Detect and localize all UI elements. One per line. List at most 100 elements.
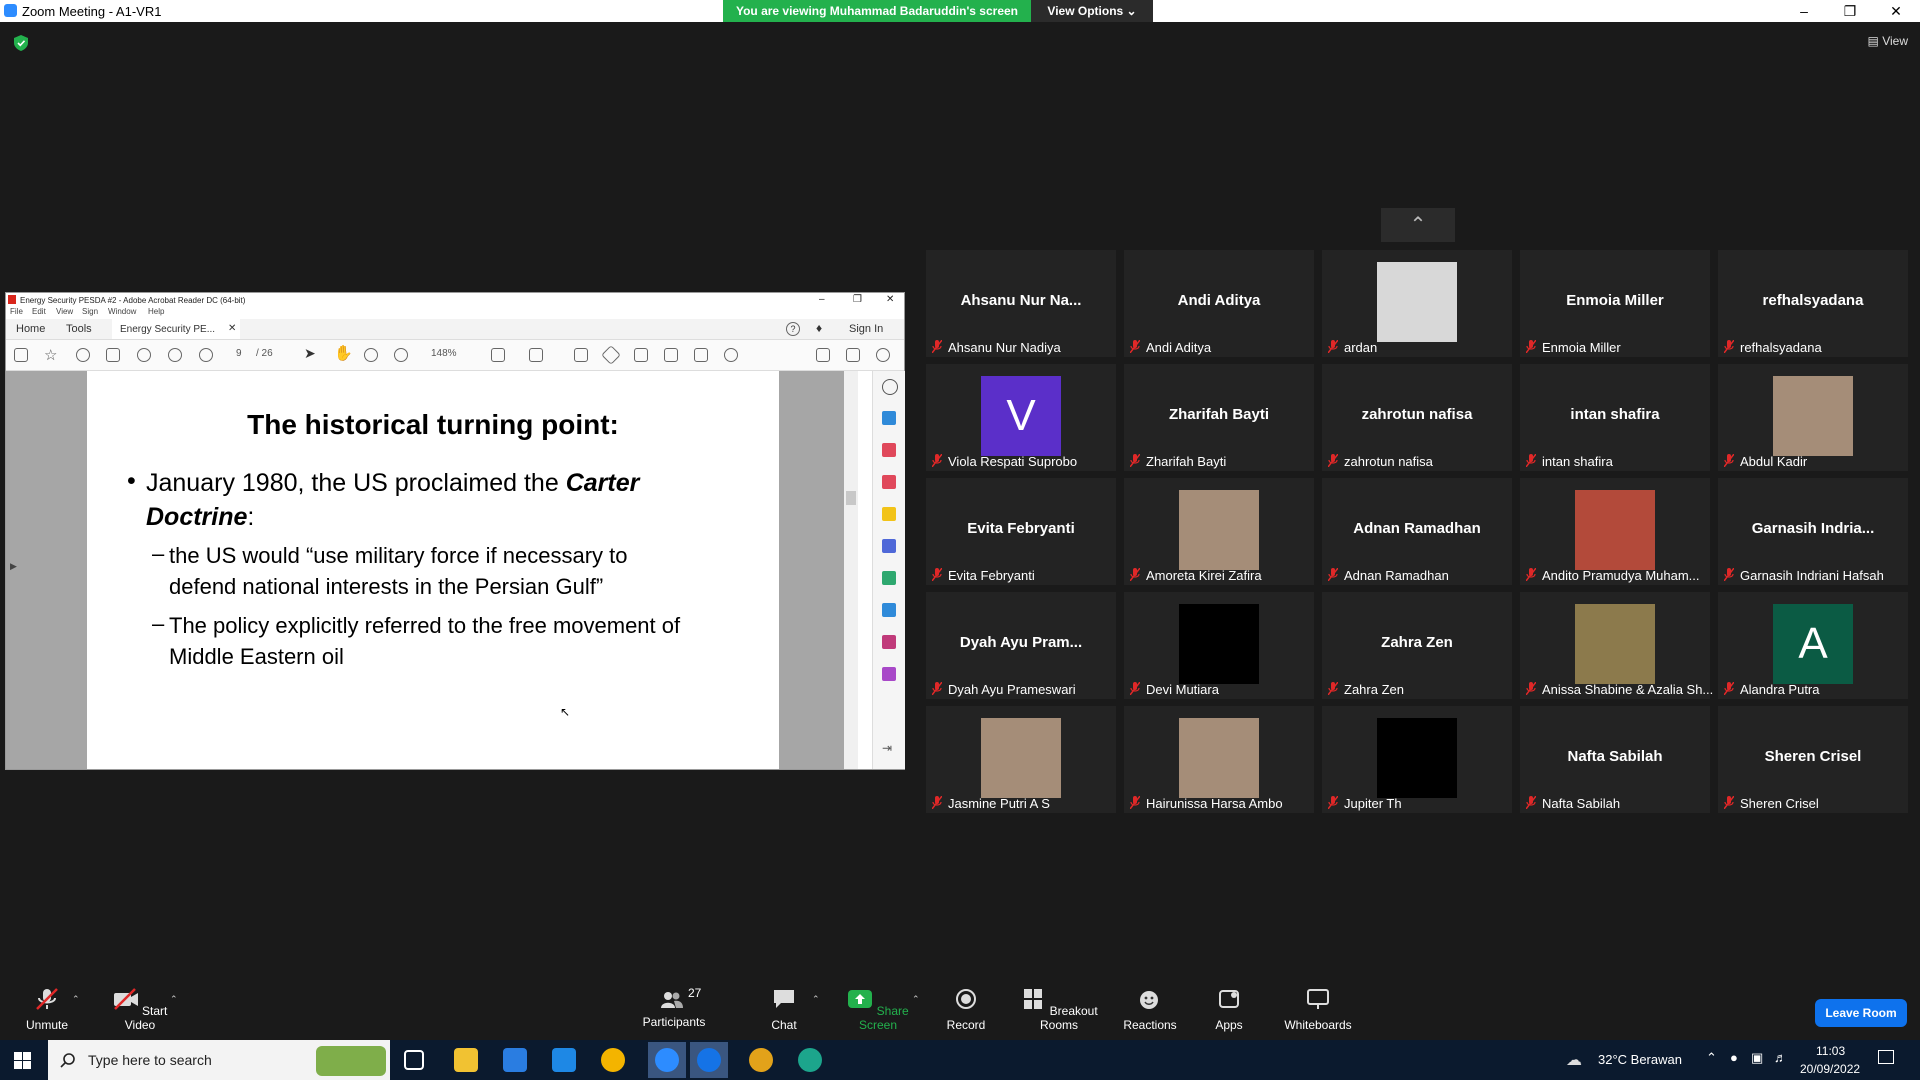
apps-button[interactable]: Apps: [1211, 988, 1247, 1032]
weather-text[interactable]: 32°C Berawan: [1598, 1052, 1682, 1067]
bell-icon[interactable]: ♦: [816, 321, 822, 335]
rotate-icon[interactable]: [724, 348, 738, 362]
scroll-thumb[interactable]: [846, 491, 856, 505]
more-tools-icon[interactable]: [882, 667, 896, 681]
fit-page-icon[interactable]: [491, 348, 505, 362]
record-button[interactable]: Record: [940, 988, 992, 1032]
view-button[interactable]: ▤ View: [1868, 34, 1908, 48]
participant-tile[interactable]: Sheren Crisel Sheren Crisel: [1718, 706, 1908, 813]
video-options-chevron-icon[interactable]: ⌃: [170, 994, 178, 1005]
zoom-level-select[interactable]: 148%: [431, 348, 457, 359]
delete-icon[interactable]: [694, 348, 708, 362]
reactions-button[interactable]: Reactions: [1118, 988, 1182, 1032]
tab-close-icon[interactable]: ✕: [228, 323, 236, 334]
fill-sign-icon[interactable]: [882, 571, 896, 585]
microphone-tray-icon[interactable]: ●: [1730, 1050, 1738, 1065]
search-icon[interactable]: [882, 379, 898, 395]
share-user-icon[interactable]: [876, 348, 890, 362]
tab-tools[interactable]: Tools: [66, 323, 92, 335]
file-explorer-icon[interactable]: [454, 1048, 478, 1072]
participant-tile[interactable]: Dyah Ayu Pram... Dyah Ayu Prameswari: [926, 592, 1116, 699]
menu-file[interactable]: File: [10, 307, 23, 316]
email-icon[interactable]: [846, 348, 860, 362]
upload-icon[interactable]: [76, 348, 90, 362]
close-button[interactable]: ✕: [1873, 0, 1919, 22]
audio-options-chevron-icon[interactable]: ⌃: [72, 994, 80, 1005]
participant-tile[interactable]: Enmoia Miller Enmoia Miller: [1520, 250, 1710, 357]
shield-icon[interactable]: [14, 35, 28, 51]
left-panel-toggle-icon[interactable]: ▶: [10, 561, 17, 572]
tab-home[interactable]: Home: [16, 323, 45, 335]
notification-center-icon[interactable]: [1878, 1050, 1894, 1064]
acrobat-maximize-button[interactable]: ❐: [853, 294, 862, 305]
participant-tile[interactable]: Zharifah Bayti Zharifah Bayti: [1124, 364, 1314, 471]
chat-options-chevron-icon[interactable]: ⌃: [812, 994, 820, 1005]
leave-room-button[interactable]: Leave Room: [1815, 999, 1907, 1027]
participant-tile[interactable]: Hairunissa Harsa Ambo: [1124, 706, 1314, 813]
page-down-icon[interactable]: [199, 348, 213, 362]
participant-tile[interactable]: Abdul Kadir: [1718, 364, 1908, 471]
breakout-rooms-button[interactable]: Breakout Rooms: [1012, 988, 1106, 1032]
sign-icon[interactable]: [816, 348, 830, 362]
participant-tile[interactable]: Andi Aditya Andi Aditya: [1124, 250, 1314, 357]
draw-icon[interactable]: [634, 348, 648, 362]
windows-start-icon[interactable]: [14, 1052, 31, 1069]
unmute-button[interactable]: Unmute: [15, 988, 79, 1032]
highlight-pen-icon[interactable]: [601, 345, 621, 365]
participant-tile[interactable]: ardan: [1322, 250, 1512, 357]
edge-icon[interactable]: [798, 1048, 822, 1072]
menu-view[interactable]: View: [56, 307, 73, 316]
participant-tile[interactable]: Amoreta Kirei Zafira: [1124, 478, 1314, 585]
edit-pdf-icon[interactable]: [882, 475, 896, 489]
acrobat-minimize-button[interactable]: –: [819, 294, 825, 305]
zoom-out-icon[interactable]: [364, 348, 378, 362]
organize-pages-icon[interactable]: [882, 443, 896, 457]
network-icon[interactable]: ▣: [1751, 1050, 1763, 1066]
stamp-icon[interactable]: [664, 348, 678, 362]
minimize-button[interactable]: –: [1781, 0, 1827, 22]
print-icon[interactable]: [106, 348, 120, 362]
participant-tile[interactable]: Jupiter Th: [1322, 706, 1512, 813]
menu-help[interactable]: Help: [148, 307, 164, 316]
gallery-up-arrow-icon[interactable]: ⌃: [1381, 208, 1455, 242]
mail-icon[interactable]: [552, 1048, 576, 1072]
participant-tile[interactable]: zahrotun nafisa zahrotun nafisa: [1322, 364, 1512, 471]
participant-tile[interactable]: intan shafira intan shafira: [1520, 364, 1710, 471]
participant-tile[interactable]: Adnan Ramadhan Adnan Ramadhan: [1322, 478, 1512, 585]
page-up-icon[interactable]: [168, 348, 182, 362]
participant-tile[interactable]: Evita Febryanti Evita Febryanti: [926, 478, 1116, 585]
maximize-button[interactable]: ❐: [1827, 0, 1873, 22]
participant-tile[interactable]: A Alandra Putra: [1718, 592, 1908, 699]
help-icon[interactable]: ?: [786, 322, 800, 336]
menu-sign[interactable]: Sign: [82, 307, 98, 316]
tray-chevron-icon[interactable]: ⌃: [1706, 1050, 1717, 1066]
weather-cloud-icon[interactable]: ☁: [1566, 1050, 1582, 1070]
chrome-profile-icon[interactable]: [749, 1048, 773, 1072]
select-cursor-icon[interactable]: ➤: [304, 345, 316, 362]
volume-icon[interactable]: ♬: [1774, 1050, 1787, 1065]
zoom-in-icon[interactable]: [394, 348, 408, 362]
star-icon[interactable]: ☆: [44, 346, 57, 364]
zoom-taskbar-slot[interactable]: [648, 1042, 686, 1078]
save-icon[interactable]: [14, 348, 28, 362]
sign-in-button[interactable]: Sign In: [849, 323, 883, 335]
export-pdf-icon[interactable]: [882, 411, 896, 425]
clock-time[interactable]: 11:03: [1816, 1044, 1845, 1058]
participant-tile[interactable]: Nafta Sabilah Nafta Sabilah: [1520, 706, 1710, 813]
clock-date[interactable]: 20/09/2022: [1800, 1062, 1860, 1076]
chat-button[interactable]: Chat: [762, 988, 806, 1032]
taskbar-search-box[interactable]: Type here to search: [48, 1040, 390, 1080]
compress-icon[interactable]: [882, 603, 896, 617]
share-screen-button[interactable]: Share Screen: [838, 988, 918, 1032]
share-options-chevron-icon[interactable]: ⌃: [912, 994, 920, 1005]
scroll-mode-icon[interactable]: [529, 348, 543, 362]
participant-tile[interactable]: Anissa Shabine & Azalia Sh...: [1520, 592, 1713, 699]
menu-edit[interactable]: Edit: [32, 307, 46, 316]
hand-tool-icon[interactable]: ✋: [334, 344, 353, 362]
participant-tile[interactable]: Andito Pramudya Muham...: [1520, 478, 1710, 585]
zoom-search-icon[interactable]: [137, 348, 151, 362]
comment-tool-icon[interactable]: [882, 507, 896, 521]
collapse-pane-icon[interactable]: ⇥: [882, 741, 892, 755]
participant-tile[interactable]: Zahra Zen Zahra Zen: [1322, 592, 1512, 699]
participant-tile[interactable]: Devi Mutiara: [1124, 592, 1314, 699]
